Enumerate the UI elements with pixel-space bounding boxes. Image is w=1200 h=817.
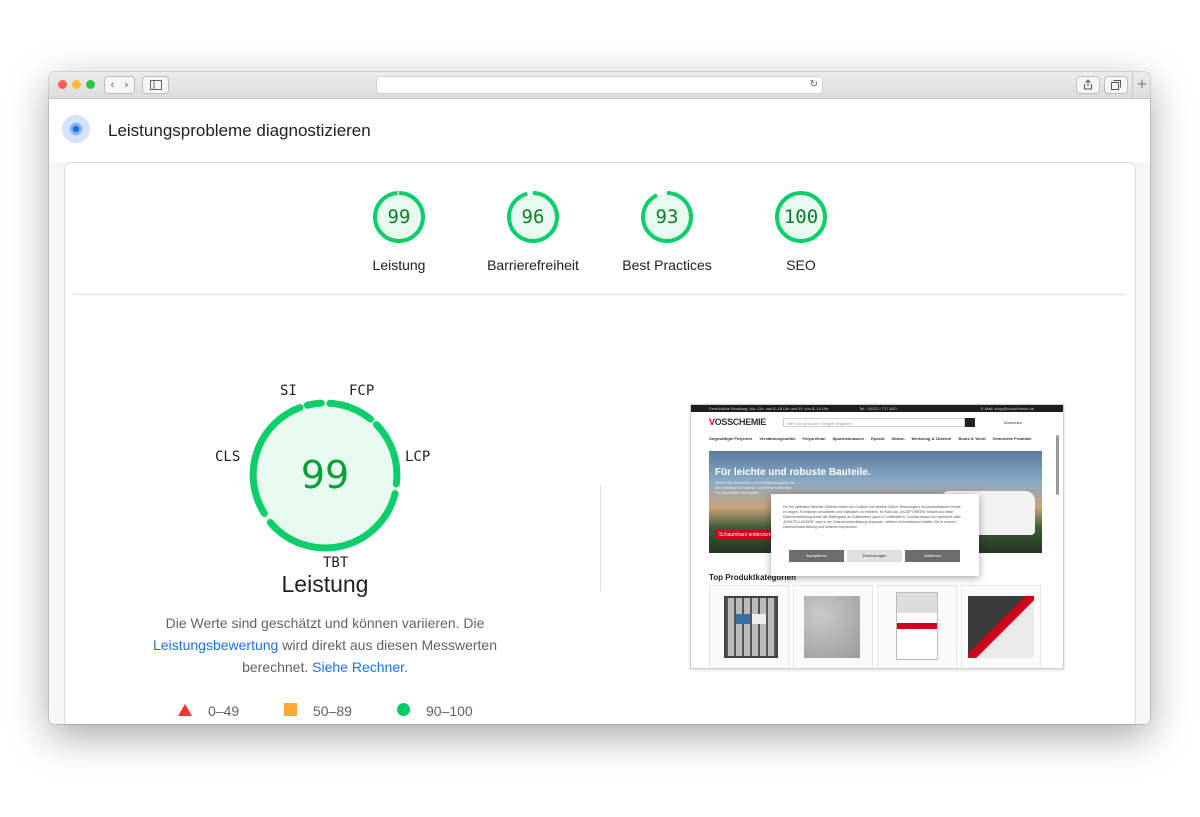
page-title: Leistungsprobleme diagnostizieren	[108, 121, 371, 140]
site-nav-item: Werkzeug & Zubehör	[911, 436, 952, 441]
site-product-card	[793, 585, 873, 668]
page-content: Leistungsprobleme diagnostizieren 99 Lei…	[49, 99, 1150, 724]
fiber-mat-image	[804, 596, 860, 658]
site-hero-button: Schaumharz entdecken	[715, 530, 777, 540]
close-window-button[interactable]	[58, 80, 67, 89]
site-cookie-dialog: Für ein optimales Website-Erlebnis nutze…	[771, 494, 979, 576]
site-topbar-hours: Persönliche Beratung: Mo.–Do. von 8–16 U…	[709, 406, 829, 411]
calculator-link[interactable]: Siehe Rechner	[312, 659, 404, 675]
gauge-performance[interactable]: 99	[371, 189, 427, 245]
site-topbar-email: E-Mail: shop@vosschemie.de	[981, 406, 1034, 411]
chevron-right-icon: ›	[124, 78, 129, 91]
share-icon	[1084, 79, 1092, 90]
gauge-label: Best Practices	[622, 257, 712, 273]
site-nav-item: Verstärkungsmittel	[759, 436, 796, 441]
vertical-divider	[600, 485, 601, 591]
show-tabs-button[interactable]	[1104, 76, 1128, 94]
legend-pass-range: 90–100	[426, 703, 473, 719]
report-header: Leistungsprobleme diagnostizieren	[49, 99, 1150, 162]
site-cookie-accept: Akzeptieren	[789, 550, 844, 562]
average-square-icon	[284, 703, 297, 716]
page-screenshot[interactable]: Persönliche Beratung: Mo.–Do. von 8–16 U…	[690, 404, 1064, 669]
gauge-score: 96	[521, 206, 545, 228]
site-product-card	[961, 585, 1041, 668]
site-cookie-text: Für ein optimales Website-Erlebnis nutze…	[783, 505, 961, 529]
gauge-score: 99	[387, 206, 411, 228]
new-tab-button[interactable]: +	[1132, 72, 1150, 98]
gauge-accessibility[interactable]: 96	[505, 189, 561, 245]
site-search-icon	[965, 418, 975, 427]
metric-label-lcp: LCP	[405, 449, 431, 465]
site-search-input: Hier den gesuchten Begriff eingeben	[783, 418, 965, 427]
browser-window: ‹ › ↻ + Leistungsprobleme diagnostiziere…	[49, 72, 1150, 724]
sidebar-icon	[149, 80, 162, 90]
chevron-left-icon: ‹	[110, 78, 115, 91]
fail-triangle-icon	[178, 704, 192, 716]
gauge-score: 100	[783, 206, 819, 228]
site-product-card	[709, 585, 789, 668]
site-nav-item: Epoxid	[871, 436, 885, 441]
site-nav-item: Spachtelmassen	[832, 436, 865, 441]
pass-circle-icon	[397, 703, 410, 716]
site-topbar: Persönliche Beratung: Mo.–Do. von 8–16 U…	[691, 405, 1063, 412]
site-product-card	[877, 585, 957, 668]
description-text: .	[404, 659, 408, 675]
sidebar-toggle-button[interactable]	[142, 76, 169, 94]
legend-fail-range: 0–49	[208, 703, 240, 719]
gauge-label: Leistung	[372, 257, 426, 273]
site-nav-item: Silikon	[891, 436, 905, 441]
metric-label-cls: CLS	[215, 449, 241, 465]
forward-button[interactable]: ›	[119, 76, 135, 94]
site-nav-item: Polyurethan	[802, 436, 826, 441]
gauge-label: SEO	[786, 257, 816, 273]
zoom-window-button[interactable]	[86, 80, 95, 89]
performance-title: Leistung	[281, 571, 369, 597]
tabs-icon	[1111, 80, 1121, 90]
performance-description: Die Werte sind geschätzt und können vari…	[140, 612, 510, 678]
description-text: Die Werte sind geschätzt und können vari…	[165, 615, 485, 631]
site-cookie-settings: Einstellungen	[847, 550, 902, 562]
ibc-container-image	[724, 596, 778, 658]
metric-label-si: SI	[280, 383, 297, 399]
car-part-image	[968, 596, 1034, 658]
performance-score: 99	[300, 453, 350, 497]
site-hero-title: Für leichte und robuste Bauteile.	[715, 467, 871, 478]
site-topbar-phone: Tel.: 04122 / 717-600	[859, 406, 897, 411]
section-divider	[73, 294, 1125, 295]
site-logo-text: OSSCHEMIE	[714, 417, 767, 427]
scoring-link[interactable]: Leistungsbewertung	[153, 637, 278, 653]
address-bar[interactable]: ↻	[376, 76, 823, 94]
lighthouse-icon	[62, 115, 90, 143]
reload-icon[interactable]: ↻	[810, 77, 818, 93]
report-card: 99 Leistung 96 Barrierefreiheit 93 Best …	[64, 162, 1136, 724]
legend-average-range: 50–89	[313, 703, 352, 719]
site-cookie-decline: Ablehnen	[905, 550, 960, 562]
minimize-window-button[interactable]	[72, 80, 81, 89]
metric-label-tbt: TBT	[323, 555, 349, 571]
metric-label-fcp: FCP	[349, 383, 375, 399]
performance-gauge-large: 99	[245, 395, 405, 555]
site-account-link: Anmelden	[1004, 420, 1023, 425]
site-logo: VOSSCHEMIE	[709, 417, 766, 427]
product-can-image	[896, 592, 938, 660]
gauge-seo[interactable]: 100	[773, 189, 829, 245]
gauge-label: Barrierefreiheit	[487, 257, 579, 273]
site-nav-item: Gemischte Produkte	[992, 436, 1032, 441]
site-nav-item: Ungesättigte Polyester	[709, 436, 753, 441]
gauge-best-practices[interactable]: 93	[639, 189, 695, 245]
share-button[interactable]	[1076, 76, 1100, 94]
site-nav-item: Boots & Yacht	[958, 436, 986, 441]
gauge-score: 93	[655, 206, 679, 228]
site-nav: Ungesättigte Polyester Verstärkungsmittel…	[709, 436, 1038, 441]
site-scrollbar	[1056, 435, 1059, 495]
browser-titlebar: ‹ › ↻ +	[49, 72, 1150, 99]
